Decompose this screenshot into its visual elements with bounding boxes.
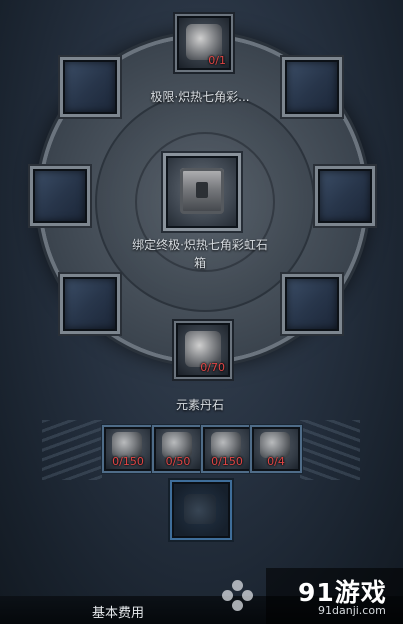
top-item-slot[interactable]: 0/1 [177,16,231,70]
dpad-icon[interactable] [222,580,254,612]
top-item-label: 极限·炽热七角彩... [150,90,250,104]
material-slot-4[interactable]: 0/4 [252,427,300,471]
left-wing-ornament [42,420,102,480]
element-stone-label: 元素丹石 [175,398,224,412]
material-slot-2[interactable]: 0/50 [154,427,202,471]
material-4-count: 0/4 [267,455,285,468]
empty-slot-top-right[interactable] [285,60,339,114]
material-2-count: 0/50 [165,455,191,468]
center-item-label-line1: 绑定终极·炽热七角彩虹石 [132,238,268,252]
material-slot-1[interactable]: 0/150 [104,427,152,471]
empty-slot-bottom-right[interactable] [285,277,339,331]
empty-slot-mid-left[interactable] [33,169,87,223]
result-slot[interactable] [172,482,230,538]
chest-icon [180,168,224,214]
basic-cost-label: 基本费用 [92,606,145,621]
empty-slot-mid-right[interactable] [318,169,372,223]
result-item-icon [184,494,216,524]
element-stone-count: 0/70 [200,361,225,374]
center-item-label: 绑定终极·炽热七角彩虹石 箱 [80,236,320,272]
center-item-label-line2: 箱 [193,256,206,270]
watermark-site: 91danji.com [318,604,386,617]
center-item-slot[interactable] [166,156,238,228]
material-1-count: 0/150 [112,455,144,468]
element-stone-slot[interactable]: 0/70 [176,323,230,377]
material-3-count: 0/150 [211,455,243,468]
material-slot-3[interactable]: 0/150 [203,427,251,471]
top-item-count: 0/1 [208,54,226,67]
empty-slot-bottom-left[interactable] [63,277,117,331]
empty-slot-top-left[interactable] [63,60,117,114]
right-wing-ornament [300,420,360,480]
